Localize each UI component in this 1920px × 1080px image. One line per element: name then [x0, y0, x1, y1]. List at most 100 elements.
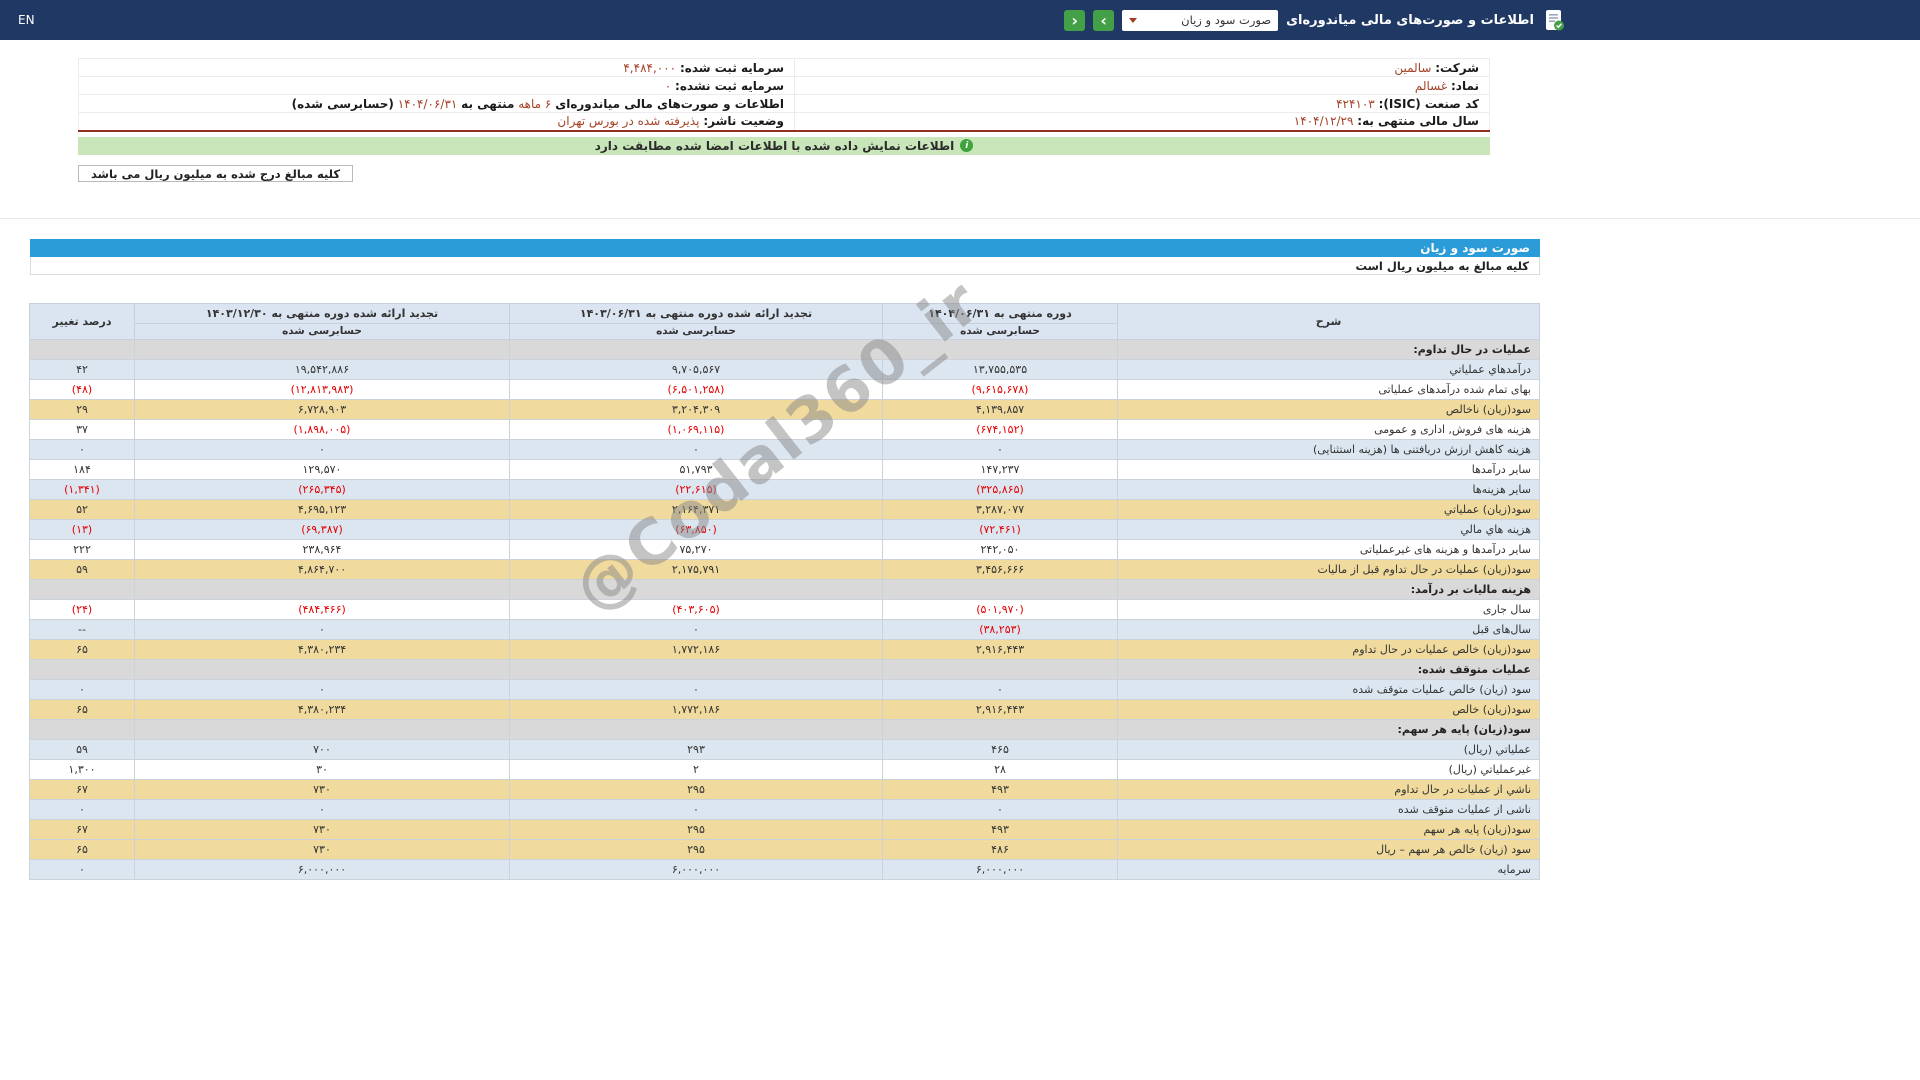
cell-percent-change: ۲۲۲: [30, 539, 135, 559]
cell-value: ۷۳۰: [135, 839, 510, 859]
cell-value: ۴,۳۸۰,۲۳۴: [135, 639, 510, 659]
table-row: سال جاری(۵۰۱,۹۷۰)(۴۰۳,۶۰۵)(۴۸۴,۴۶۶)(۲۴): [30, 599, 1540, 619]
cell-value: (۷۲,۴۶۱): [883, 519, 1118, 539]
section-empty-cell: [30, 339, 135, 359]
section-empty-cell: [135, 719, 510, 739]
isic-value: ۴۲۴۱۰۳: [1336, 97, 1375, 111]
cell-value: (۶,۵۰۱,۲۵۸): [510, 379, 883, 399]
cell-percent-change: (۱,۳۴۱): [30, 479, 135, 499]
language-en-link[interactable]: EN: [18, 13, 35, 27]
table-row: هزینه های فروش, اداری و عمومی(۶۷۴,۱۵۲)(۱…: [30, 419, 1540, 439]
unregistered-capital-value: ۰: [665, 79, 671, 93]
info-cell-fiscal-year: سال مالی منتهی به: ۱۴۰۴/۱۲/۲۹: [795, 113, 1490, 131]
info-row: سال مالی منتهی به: ۱۴۰۴/۱۲/۲۹ وضعیت ناشر…: [79, 113, 1490, 131]
cell-value: ۱۲۹,۵۷۰: [135, 459, 510, 479]
info-cell-company: شرکت: سالمین: [795, 59, 1490, 77]
table-row: ناشي از عمليات در حال تداوم۴۹۳۲۹۵۷۳۰۶۷: [30, 779, 1540, 799]
cell-value: ۴,۳۸۰,۲۳۴: [135, 699, 510, 719]
section-empty-cell: [135, 579, 510, 599]
cell-value: ۹,۷۰۵,۵۶۷: [510, 359, 883, 379]
cell-value: ۲۴۲,۰۵۰: [883, 539, 1118, 559]
column-header-percent-change: درصد تغییر: [30, 303, 135, 339]
cell-value: ۴۹۳: [883, 819, 1118, 839]
cell-percent-change: ۶۵: [30, 639, 135, 659]
cell-percent-change: ۶۵: [30, 699, 135, 719]
topbar-controls: اطلاعات و صورت‌های مالی میاندوره‌ای صورت…: [1064, 0, 1566, 40]
header-row-periods: شرح دوره منتهی به ۱۴۰۴/۰۶/۳۱ تجدید ارائه…: [30, 303, 1540, 323]
table-row: غیرعملیاتي (ریال)۲۸۲۳۰۱,۳۰۰: [30, 759, 1540, 779]
cell-value: ۱,۷۷۲,۱۸۶: [510, 639, 883, 659]
table-row: سود(زيان) خالص عمليات در حال تداوم۲,۹۱۶,…: [30, 639, 1540, 659]
row-label: سود(زيان) خالص عمليات در حال تداوم: [1118, 639, 1540, 659]
next-period-button[interactable]: ›: [1093, 10, 1114, 31]
fiscal-year-label: سال مالی منتهی به:: [1357, 114, 1479, 128]
section-row: عملیات متوقف شده:: [30, 659, 1540, 679]
cell-value: ۰: [510, 799, 883, 819]
row-label: سود (زیان) خالص عملیات متوقف شده: [1118, 679, 1540, 699]
column-header-description: شرح: [1118, 303, 1540, 339]
section-label: سود(زیان) پایه هر سهم:: [1118, 719, 1540, 739]
row-label: سایر درآمدها و هزینه های غیرعملیاتی: [1118, 539, 1540, 559]
statement-title-bar: صورت سود و زیان: [30, 239, 1540, 257]
income-table-body: عملیات در حال تداوم:درآمدهاي عملياتي۱۳,۷…: [30, 339, 1540, 879]
registered-capital-value: ۴,۴۸۴,۰۰۰: [623, 61, 676, 75]
row-label: درآمدهاي عملياتي: [1118, 359, 1540, 379]
section-label: عملیات در حال تداوم:: [1118, 339, 1540, 359]
row-label: سود(زیان) پایه هر سهم: [1118, 819, 1540, 839]
page-title: اطلاعات و صورت‌های مالی میاندوره‌ای: [1286, 13, 1534, 28]
cell-value: ۰: [510, 679, 883, 699]
info-cell-unregistered-capital: سرمایه ثبت نشده: ۰: [79, 77, 795, 95]
column-header-period-current: دوره منتهی به ۱۴۰۴/۰۶/۳۱: [883, 303, 1118, 323]
info-icon: i: [960, 139, 973, 152]
cell-value: ۷۳۰: [135, 779, 510, 799]
cell-value: ۲۹۳: [510, 739, 883, 759]
table-row: عملياتي (ريال)۴۶۵۲۹۳۷۰۰۵۹: [30, 739, 1540, 759]
report-icon: [1542, 8, 1566, 32]
column-subheader-audited: حسابرسی شده: [883, 323, 1118, 339]
signed-info-text: اطلاعات نمایش داده شده با اطلاعات امضا ش…: [595, 139, 955, 153]
cell-value: ۶,۰۰۰,۰۰۰: [135, 859, 510, 879]
section-divider: [0, 218, 1920, 219]
table-row: ساير هزينه‌ها(۳۲۵,۸۶۵)(۲۲,۶۱۵)(۲۶۵,۳۴۵)(…: [30, 479, 1540, 499]
section-empty-cell: [30, 579, 135, 599]
section-row: عملیات در حال تداوم:: [30, 339, 1540, 359]
cell-percent-change: (۱۳): [30, 519, 135, 539]
interim-months: ۶ ماهه: [518, 97, 551, 111]
row-label: سایر درآمدها: [1118, 459, 1540, 479]
cell-value: ۱۳,۷۵۵,۵۳۵: [883, 359, 1118, 379]
cell-percent-change: ۶۵: [30, 839, 135, 859]
interim-middle: منتهی به: [461, 97, 514, 111]
cell-value: ۲۹۵: [510, 819, 883, 839]
cell-percent-change: ۰: [30, 859, 135, 879]
cell-percent-change: ۱۸۴: [30, 459, 135, 479]
section-empty-cell: [30, 659, 135, 679]
cell-value: ۲: [510, 759, 883, 779]
fiscal-year-value: ۱۴۰۴/۱۲/۲۹: [1294, 114, 1354, 128]
company-value: سالمین: [1394, 61, 1431, 75]
cell-value: ۰: [135, 619, 510, 639]
previous-period-button[interactable]: ‹: [1064, 10, 1085, 31]
cell-value: ۰: [135, 679, 510, 699]
statement-type-dropdown[interactable]: صورت سود و زیان: [1122, 10, 1278, 31]
unregistered-capital-label: سرمایه ثبت نشده:: [675, 79, 784, 93]
section-empty-cell: [883, 339, 1118, 359]
cell-percent-change: ۶۷: [30, 819, 135, 839]
statement-type-value: صورت سود و زیان: [1181, 13, 1271, 27]
cell-percent-change: ۵۲: [30, 499, 135, 519]
cell-value: ۰: [883, 799, 1118, 819]
interim-date: ۱۴۰۴/۰۶/۳۱: [398, 97, 458, 111]
registered-capital-label: سرمایه ثبت شده:: [680, 61, 784, 75]
cell-value: ۲,۱۷۵,۷۹۱: [510, 559, 883, 579]
row-label: سرمایه: [1118, 859, 1540, 879]
cell-value: ۷۰۰: [135, 739, 510, 759]
cell-value: (۱,۸۹۸,۰۰۵): [135, 419, 510, 439]
publisher-status-value: پذیرفته شده در بورس تهران: [557, 114, 699, 128]
cell-value: ۴۹۳: [883, 779, 1118, 799]
table-row: سایر درآمدها و هزینه های غیرعملیاتی۲۴۲,۰…: [30, 539, 1540, 559]
info-cell-publisher-status: وضعیت ناشر: پذیرفته شده در بورس تهران: [79, 113, 795, 131]
cell-percent-change: ۶۷: [30, 779, 135, 799]
row-label: ناشی از عملیات متوقف شده: [1118, 799, 1540, 819]
row-label: هزینه های فروش, اداری و عمومی: [1118, 419, 1540, 439]
income-statement-section: صورت سود و زیان کلیه مبالغ به میلیون ریا…: [30, 239, 1540, 880]
table-row: هزينه هاي مالي(۷۲,۴۶۱)(۶۳,۸۵۰)(۶۹,۳۸۷)(۱…: [30, 519, 1540, 539]
